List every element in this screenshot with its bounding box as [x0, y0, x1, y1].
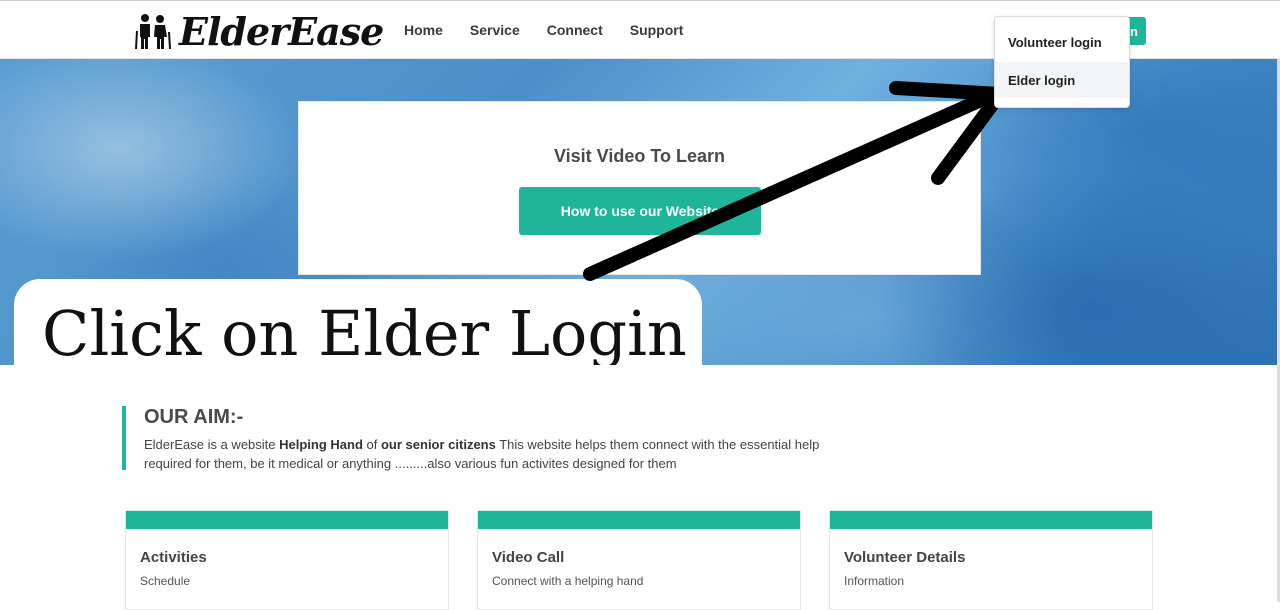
card-title: Volunteer Details: [844, 549, 966, 566]
card-accent-bar: [126, 511, 448, 529]
video-card: Visit Video To Learn How to use our Webs…: [298, 101, 981, 275]
how-to-use-button[interactable]: How to use our Website: [519, 187, 761, 235]
card-video-call[interactable]: Video Call Connect with a helping hand: [477, 510, 801, 610]
nav-connect[interactable]: Connect: [547, 22, 603, 38]
brand-logo[interactable]: ElderEase: [133, 8, 384, 54]
brand-name: ElderEase: [179, 8, 384, 54]
nav-home[interactable]: Home: [404, 22, 443, 38]
elder-login-item[interactable]: Elder login: [995, 62, 1129, 98]
card-accent-bar: [830, 511, 1152, 529]
our-aim-section: OUR AIM:- ElderEase is a website Helping…: [122, 406, 846, 473]
nav-service[interactable]: Service: [470, 22, 520, 38]
aim-bold-seniors: our senior citizens: [380, 437, 496, 452]
card-subtitle: Schedule: [140, 574, 191, 588]
card-activities[interactable]: Activities Schedule: [125, 510, 449, 610]
aim-intro: ElderEase is a website: [144, 437, 280, 452]
instruction-caption: Click on Elder Login: [14, 279, 702, 365]
elderly-couple-icon: [135, 14, 171, 50]
card-title: Video Call: [492, 549, 565, 566]
card-volunteer-details[interactable]: Volunteer Details Information: [829, 510, 1153, 610]
aim-title: OUR AIM:-: [144, 406, 244, 428]
login-dropdown-menu: Volunteer login Elder login: [994, 16, 1130, 108]
aim-mid: of: [362, 437, 381, 452]
card-subtitle: Information: [844, 574, 905, 588]
card-accent-bar: [478, 511, 800, 529]
card-title: Activities: [140, 549, 207, 566]
nav-links: Home Service Connect Support: [404, 22, 683, 38]
card-subtitle: Connect with a helping hand: [492, 574, 644, 588]
volunteer-login-item[interactable]: Volunteer login: [995, 24, 1129, 60]
aim-bold-helping-hand: Helping Hand: [279, 437, 363, 452]
nav-support[interactable]: Support: [630, 22, 684, 38]
instruction-caption-text: Click on Elder Login: [42, 297, 687, 365]
aim-description: ElderEase is a website Helping Hand of o…: [144, 435, 844, 473]
video-card-title: Visit Video To Learn: [553, 146, 726, 166]
